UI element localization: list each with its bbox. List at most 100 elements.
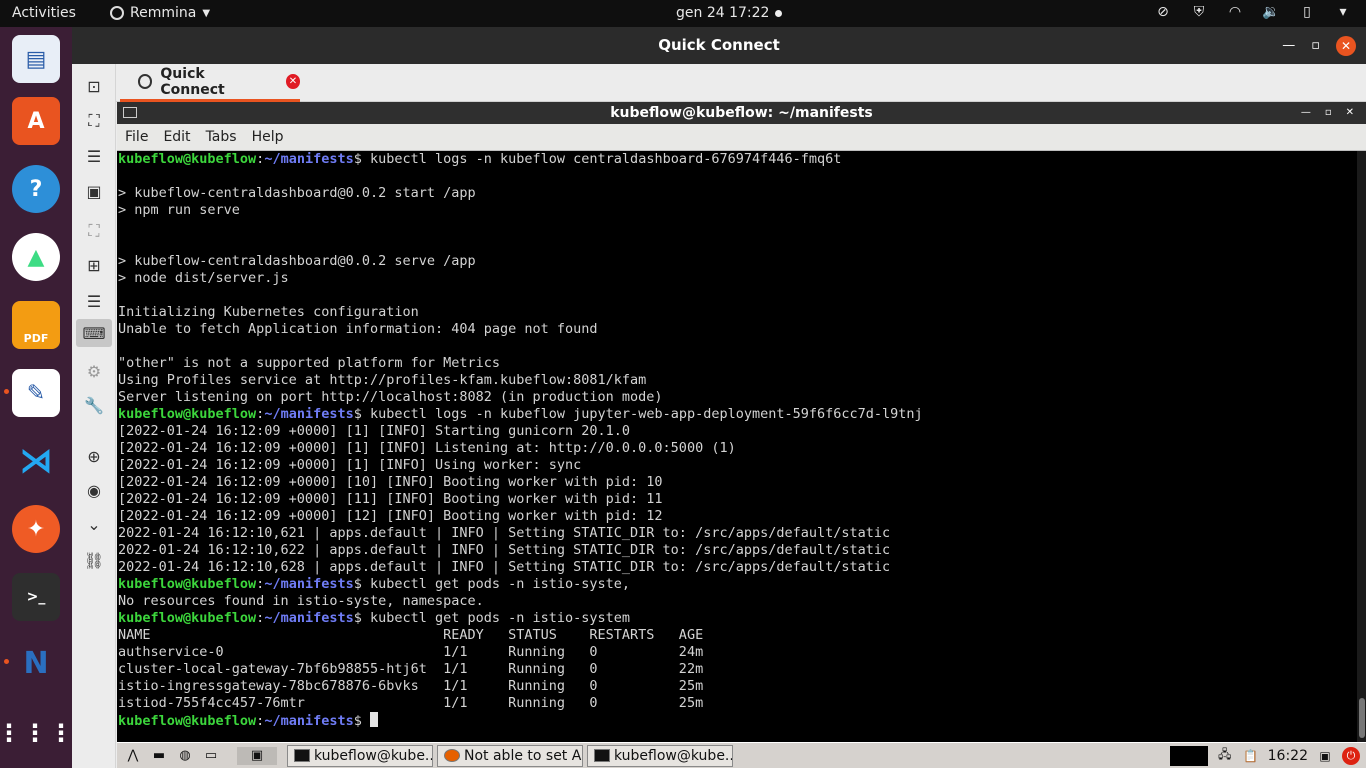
connection-icon bbox=[138, 74, 153, 89]
maximize-icon[interactable]: ▫ bbox=[1325, 102, 1332, 124]
minimize-chevron-icon[interactable]: ⌄ bbox=[82, 512, 106, 536]
terminal-title: kubeflow@kubeflow: ~/manifests bbox=[610, 105, 873, 121]
firefox-icon bbox=[444, 749, 460, 762]
clipboard-icon[interactable]: 📋 bbox=[1242, 747, 1260, 765]
file-manager-icon[interactable]: ▭ bbox=[201, 747, 221, 765]
terminal-line: kubeflow@kubeflow:~/manifests$ bbox=[118, 712, 1357, 729]
battery-icon[interactable]: ▯ bbox=[1298, 4, 1316, 20]
terminal-line: kubeflow@kubeflow:~/manifests$ kubectl l… bbox=[118, 151, 1357, 168]
help-icon[interactable]: ? bbox=[12, 165, 60, 213]
show-apps-icon[interactable]: ⋮⋮⋮ bbox=[0, 709, 73, 757]
taskbar-task[interactable]: Not able to set A... bbox=[437, 744, 583, 767]
remmina-toolbar: ⊡ ⛶ ☰ ▣ ⛶ ⊞ ☰ ⌨ ⚙ 🔧 ⊕ ◉ ⌄ ⛓ bbox=[72, 64, 116, 768]
scrollbar-thumb[interactable] bbox=[1359, 698, 1365, 738]
terminal-line: > node dist/server.js bbox=[118, 270, 289, 286]
lock-screen-icon[interactable]: ▣ bbox=[1316, 747, 1334, 765]
remote-taskbar: ⋀ ▬ ◍ ▭ ▣ kubeflow@kube... Not able to s… bbox=[117, 742, 1366, 768]
pdf-editor-icon[interactable]: PDF bbox=[12, 301, 60, 349]
text-editor-icon[interactable]: ✎ bbox=[12, 369, 60, 417]
network-icon[interactable]: 🖧 bbox=[1216, 747, 1234, 765]
no-entry-icon[interactable]: ⊘ bbox=[1154, 4, 1172, 20]
menu-tabs[interactable]: Tabs bbox=[206, 129, 237, 145]
tab-quick-connect[interactable]: Quick Connect ✕ bbox=[120, 64, 300, 102]
terminal-scrollbar[interactable] bbox=[1357, 151, 1366, 742]
remmina-window: Quick Connect — ▫ ✕ ⊡ ⛶ ☰ ▣ ⛶ ⊞ ☰ ⌨ ⚙ 🔧 … bbox=[72, 27, 1366, 768]
volume-icon[interactable]: 🔉 bbox=[1262, 4, 1280, 20]
maximize-icon[interactable]: ▫ bbox=[1311, 27, 1320, 64]
terminal-line: cluster-local-gateway-7bf6b98855-htj6t 1… bbox=[118, 661, 704, 677]
chevron-down-icon: ▼ bbox=[202, 7, 211, 19]
disconnect-icon[interactable]: ⛓ bbox=[82, 548, 106, 572]
prompt-path: ~/manifests bbox=[264, 406, 354, 422]
fit-window-icon[interactable]: ⊡ bbox=[82, 74, 106, 98]
app-menu[interactable]: Remmina ▼ bbox=[110, 5, 210, 21]
minimize-icon[interactable]: — bbox=[1301, 102, 1311, 124]
system-tray[interactable]: ⊘ ⛨ ◠ 🔉 ▯ ▾ bbox=[1154, 4, 1352, 20]
terminal-line: [2022-01-24 16:12:09 +0000] [10] [INFO] … bbox=[118, 474, 663, 490]
postman-icon[interactable]: ✦ bbox=[12, 505, 60, 553]
remote-clock[interactable]: 16:22 bbox=[1268, 748, 1308, 764]
new-connection-icon[interactable]: ⊕ bbox=[82, 444, 106, 468]
taskbar-task[interactable]: kubeflow@kube... bbox=[287, 744, 433, 767]
terminal-window-icon bbox=[123, 107, 137, 118]
terminal-line: Using Profiles service at http://profile… bbox=[118, 372, 647, 388]
workspace-switcher-icon[interactable]: ▣ bbox=[237, 746, 277, 765]
close-tab-icon[interactable]: ✕ bbox=[285, 74, 300, 89]
terminal-line: istiod-755f4cc457-76mtr 1/1 Running 0 25… bbox=[118, 695, 704, 711]
scale-icon[interactable]: ⛶ bbox=[82, 219, 106, 243]
start-menu-icon[interactable]: ⋀ bbox=[123, 747, 143, 765]
power-icon[interactable]: ⏻ bbox=[1342, 746, 1360, 765]
screenshot-icon[interactable]: ◉ bbox=[82, 478, 106, 502]
ubuntu-software-icon[interactable]: A bbox=[12, 97, 60, 145]
menu-icon[interactable]: ☰ bbox=[82, 289, 106, 313]
activities-button[interactable]: Activities bbox=[12, 5, 76, 21]
nomachine-icon[interactable]: N bbox=[12, 639, 60, 687]
dynamic-resolution-icon[interactable]: ⊞ bbox=[82, 253, 106, 277]
clock[interactable]: gen 24 17:22 bbox=[676, 5, 769, 21]
document-viewer-icon[interactable]: ▤ bbox=[12, 35, 60, 83]
terminal-titlebar[interactable]: kubeflow@kubeflow: ~/manifests — ▫ ✕ bbox=[117, 102, 1366, 124]
terminal-line: "other" is not a supported platform for … bbox=[118, 355, 501, 371]
keyboard-grab-icon[interactable]: ⌨ bbox=[76, 319, 112, 347]
remote-tray: 🖧 📋 16:22 ▣ ⏻ bbox=[1169, 745, 1366, 766]
menu-file[interactable]: File bbox=[125, 129, 148, 145]
terminal-line: > kubeflow-centraldashboard@0.0.2 serve … bbox=[118, 253, 476, 269]
terminal-line: No resources found in istio-syste, names… bbox=[118, 593, 484, 609]
show-desktop-icon[interactable]: ▬ bbox=[149, 747, 169, 765]
shield-icon[interactable]: ⛨ bbox=[1190, 4, 1208, 20]
command-text: $ kubectl get pods -n istio-system bbox=[353, 610, 631, 626]
browser-icon[interactable]: ◍ bbox=[175, 747, 195, 765]
minimize-icon[interactable]: — bbox=[1282, 27, 1295, 64]
menu-edit[interactable]: Edit bbox=[163, 129, 190, 145]
tools-icon[interactable]: 🔧 bbox=[82, 393, 106, 417]
terminal-line: istio-ingressgateway-78bc678876-6bvks 1/… bbox=[118, 678, 704, 694]
taskbar-task[interactable]: kubeflow@kube... bbox=[587, 744, 733, 767]
chevron-down-icon[interactable]: ▾ bbox=[1334, 4, 1352, 20]
terminal-icon[interactable]: >_ bbox=[12, 573, 60, 621]
remote-desktop[interactable]: kubeflow@kubeflow: ~/manifests — ▫ ✕ Fil… bbox=[117, 102, 1366, 768]
tray-blank bbox=[1169, 745, 1208, 766]
prompt-path: ~/manifests bbox=[264, 151, 354, 167]
terminal-line: authservice-0 1/1 Running 0 24m bbox=[118, 644, 704, 660]
terminal-output[interactable]: kubeflow@kubeflow:~/manifests$ kubectl l… bbox=[117, 151, 1357, 742]
terminal-line: Unable to fetch Application information:… bbox=[118, 321, 598, 337]
multi-monitor-icon[interactable]: ▣ bbox=[82, 179, 106, 203]
window-titlebar[interactable]: Quick Connect — ▫ ✕ bbox=[72, 27, 1366, 64]
task-label: kubeflow@kube... bbox=[614, 747, 733, 764]
command-text: $ kubectl logs -n kubeflow jupyter-web-a… bbox=[353, 406, 923, 422]
close-icon[interactable]: ✕ bbox=[1346, 102, 1354, 124]
terminal-line: 2022-01-24 16:12:10,622 | apps.default |… bbox=[118, 542, 891, 558]
menu-icon[interactable]: ☰ bbox=[82, 144, 106, 168]
menu-help[interactable]: Help bbox=[252, 129, 284, 145]
android-studio-icon[interactable]: ▲ bbox=[12, 233, 60, 281]
prompt-user: kubeflow@kubeflow bbox=[118, 406, 257, 422]
preferences-icon[interactable]: ⚙ bbox=[82, 359, 106, 383]
fullscreen-icon[interactable]: ⛶ bbox=[82, 109, 106, 133]
close-icon[interactable]: ✕ bbox=[1336, 35, 1356, 56]
vscode-icon[interactable]: ⋊ bbox=[12, 437, 60, 485]
terminal-line: [2022-01-24 16:12:09 +0000] [12] [INFO] … bbox=[118, 508, 663, 524]
wifi-icon[interactable]: ◠ bbox=[1226, 4, 1244, 20]
